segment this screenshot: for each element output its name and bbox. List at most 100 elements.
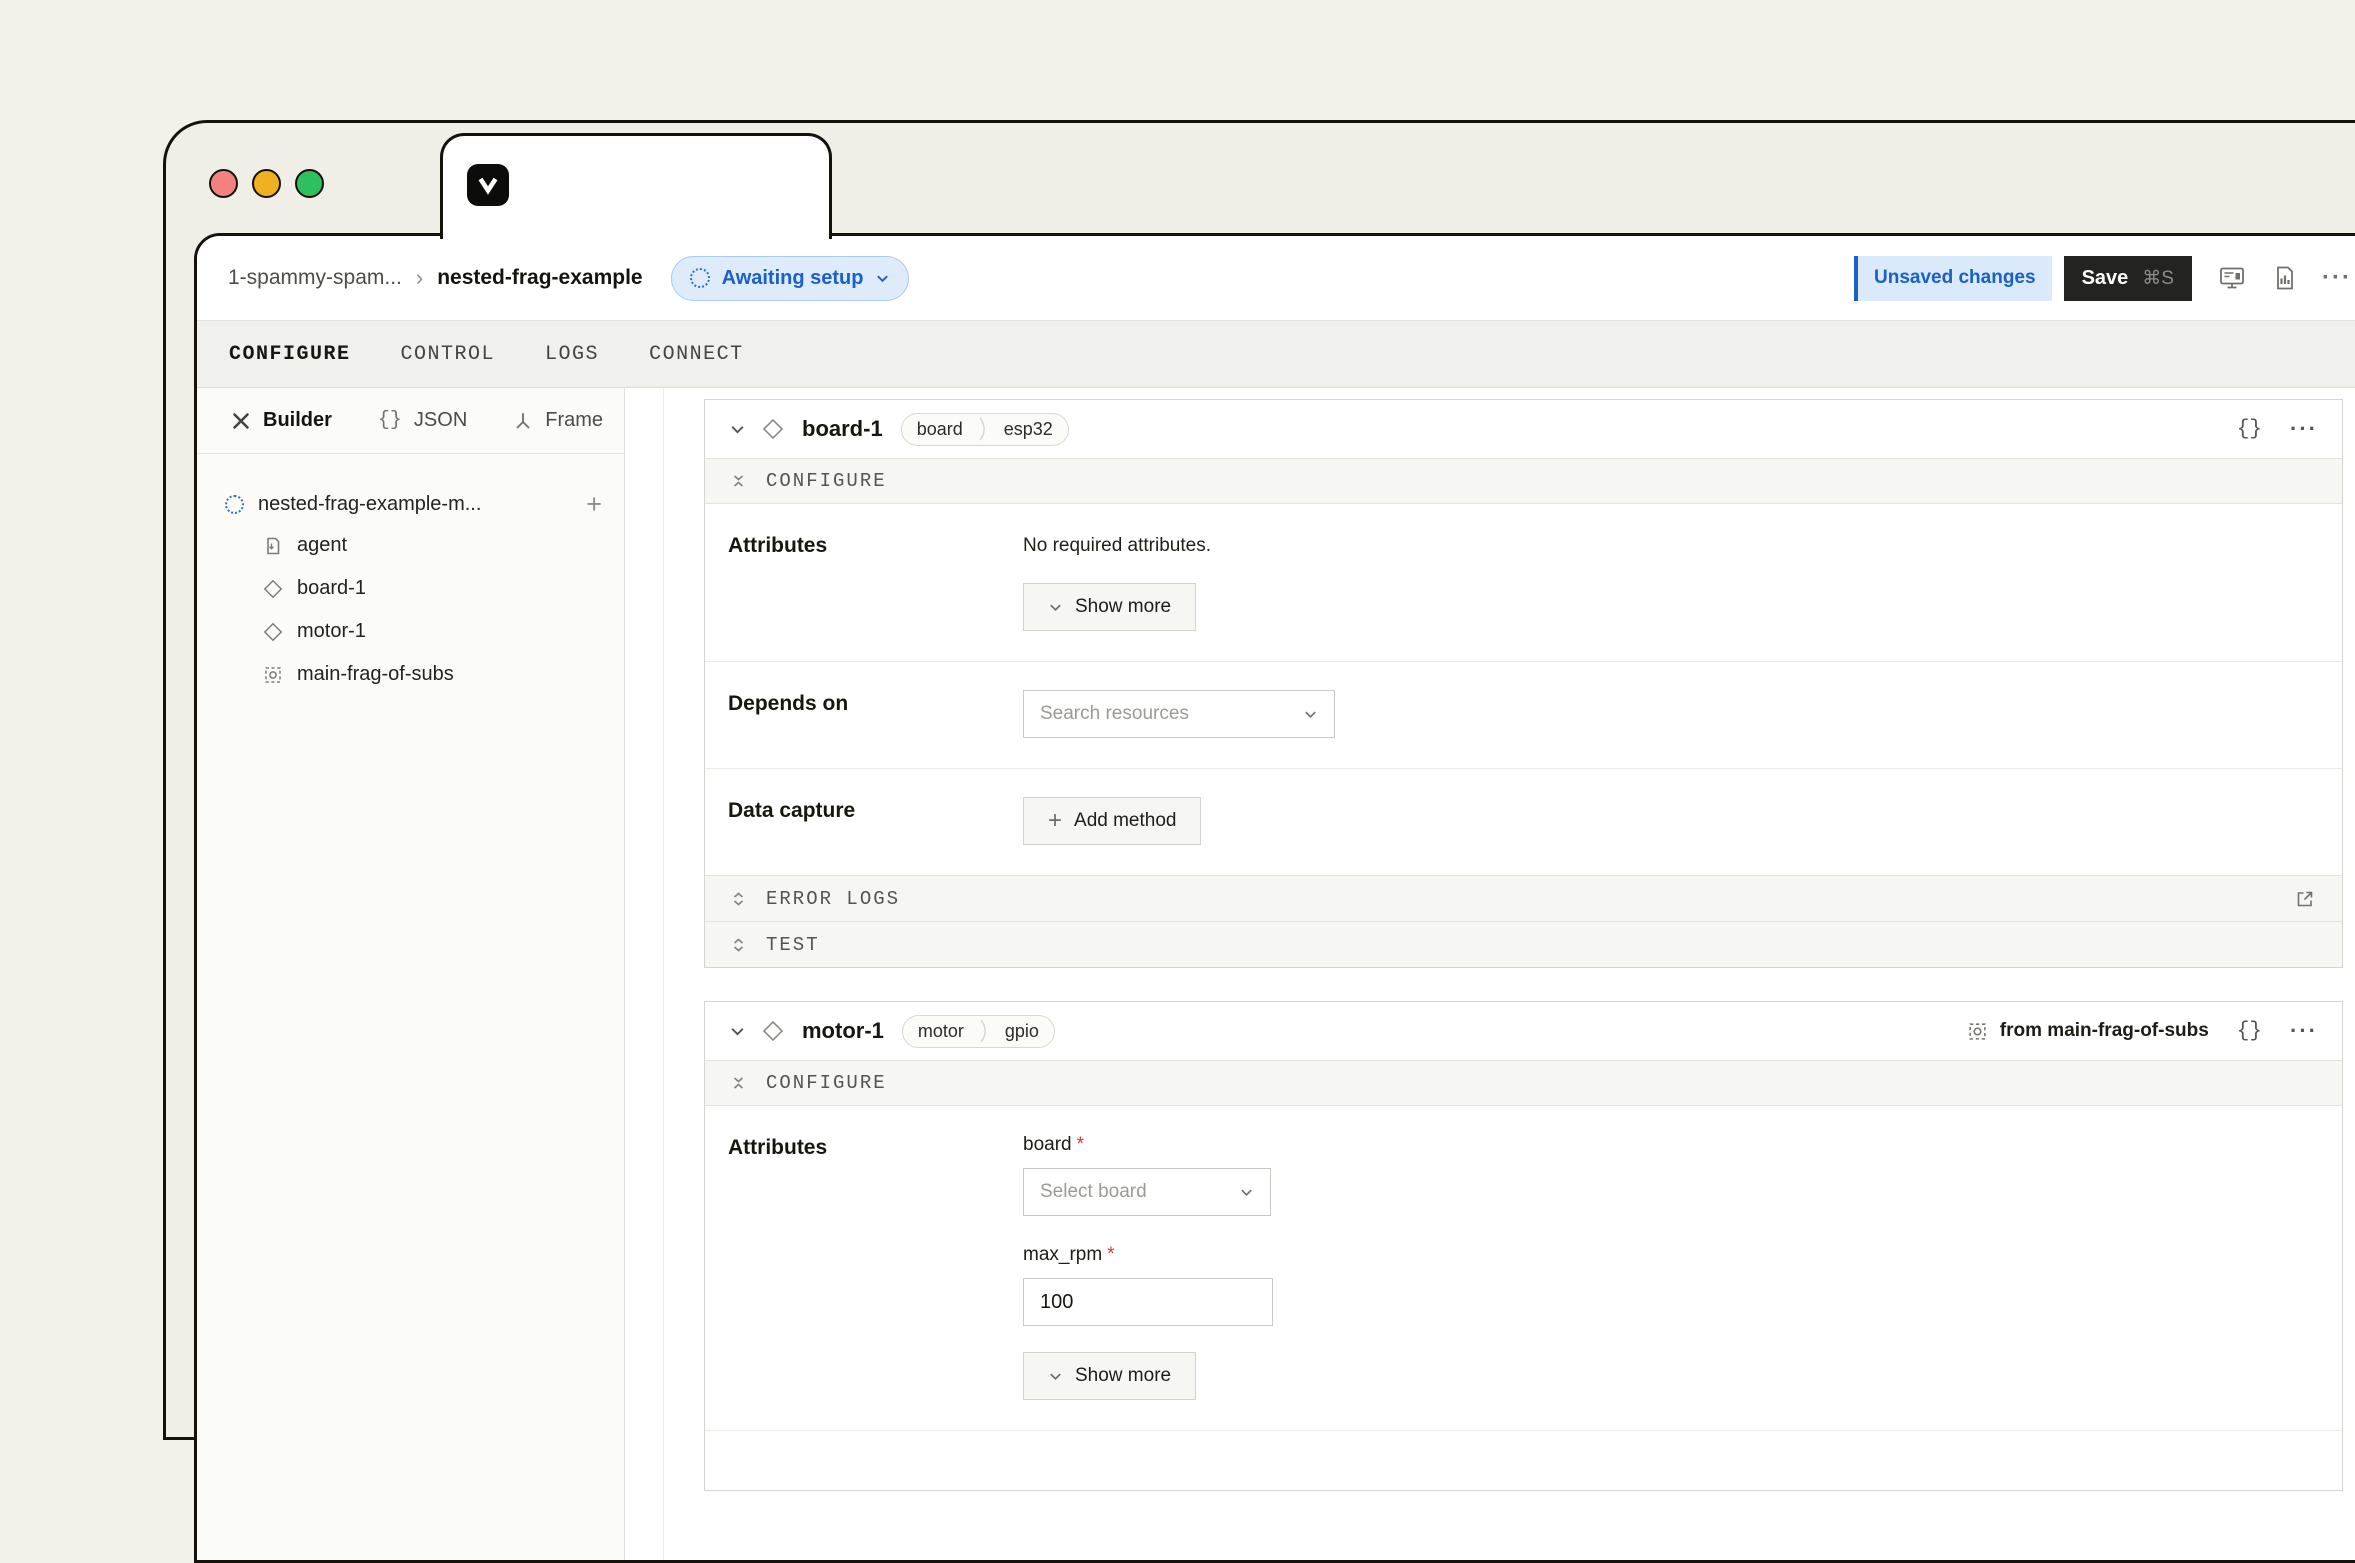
logs-report-icon-button[interactable]: [2272, 265, 2298, 291]
motor-configure-label: CONFIGURE: [766, 1072, 887, 1094]
motor-configure-section-bar: CONFIGURE: [705, 1060, 2342, 1106]
machine-status-badge[interactable]: Awaiting setup: [671, 256, 910, 301]
sidebar-tab-json[interactable]: {} JSON: [378, 409, 467, 432]
attributes-label: Attributes: [728, 532, 1023, 631]
tab-control[interactable]: CONTROL: [401, 343, 496, 366]
panel-divider: [663, 388, 664, 1560]
resource-tree: nested-frag-example-m... + agent: [197, 454, 624, 696]
select-board-dropdown[interactable]: Select board: [1023, 1168, 1271, 1216]
tab-connect[interactable]: CONNECT: [649, 343, 744, 366]
browser-tab[interactable]: [440, 133, 832, 239]
close-window-button[interactable]: [209, 169, 238, 198]
tag-divider: [978, 414, 989, 444]
tab-logs[interactable]: LOGS: [545, 343, 599, 366]
code-braces-icon[interactable]: {}: [2237, 1020, 2262, 1043]
header-overflow-menu[interactable]: ···: [2322, 264, 2352, 292]
board-error-logs-bar: ERROR LOGS: [705, 875, 2342, 921]
max-rpm-input[interactable]: [1023, 1278, 1273, 1326]
fragment-icon: [263, 665, 283, 685]
viam-logo: [467, 164, 509, 206]
awaiting-spinner-icon: [690, 268, 710, 288]
save-button-label: Save: [2082, 267, 2129, 290]
tools-icon: [231, 411, 251, 431]
document-chart-icon: [2272, 265, 2298, 291]
tree-motor-label: motor-1: [297, 620, 366, 643]
board-test-bar: TEST: [705, 921, 2342, 967]
board-model-tag: esp32: [989, 419, 1068, 440]
motor-next-section: [705, 1430, 2342, 1490]
collapse-card-chevron-icon[interactable]: [729, 1023, 746, 1040]
sidebar-tab-builder[interactable]: Builder: [231, 409, 332, 432]
component-diamond-icon: [263, 622, 283, 642]
collapse-card-chevron-icon[interactable]: [729, 421, 746, 438]
card-overflow-menu[interactable]: ···: [2290, 1018, 2318, 1044]
no-required-attributes-note: No required attributes.: [1023, 532, 2318, 557]
depends-on-select[interactable]: Search resources: [1023, 690, 1335, 738]
add-resource-button[interactable]: +: [586, 491, 602, 518]
card-overflow-menu[interactable]: ···: [2290, 416, 2318, 442]
chevron-down-icon: [1239, 1185, 1254, 1200]
motor-1-card-header: motor-1 motor gpio: [705, 1002, 2342, 1060]
attributes-label: Attributes: [728, 1134, 1023, 1400]
motor-model-tag: gpio: [990, 1021, 1054, 1042]
tree-item-main-frag-of-subs[interactable]: main-frag-of-subs: [225, 653, 602, 696]
sidebar-tab-frame[interactable]: Frame: [513, 409, 603, 432]
error-logs-label: ERROR LOGS: [766, 888, 900, 910]
main-nav-tabs: CONFIGURE CONTROL LOGS CONNECT: [197, 320, 2355, 388]
motor-attributes-body: board* Select board: [1023, 1134, 2318, 1400]
breadcrumb-parent[interactable]: 1-spammy-spam...: [228, 266, 402, 290]
machine-header: 1-spammy-spam... › nested-frag-example A…: [197, 236, 2355, 320]
board-depends-on-section: Depends on Search resources: [705, 661, 2342, 768]
json-braces-icon: {}: [378, 409, 402, 432]
tree-item-motor-1[interactable]: motor-1: [225, 610, 602, 653]
motor-type-model-tag: motor gpio: [902, 1015, 1055, 1048]
board-card-actions: {} ···: [2237, 416, 2318, 442]
code-braces-icon[interactable]: {}: [2237, 418, 2262, 441]
fragment-icon: [1967, 1021, 1988, 1042]
chevron-down-icon: [1048, 600, 1063, 615]
add-method-button[interactable]: + Add method: [1023, 797, 1201, 845]
board-type-model-tag: board esp32: [901, 413, 1069, 446]
frame-axes-icon: [513, 411, 533, 431]
expand-section-icon[interactable]: [731, 936, 746, 954]
breadcrumb-separator: ›: [416, 265, 423, 291]
motor-type-tag: motor: [903, 1021, 979, 1042]
board-field: board* Select board: [1023, 1134, 2318, 1216]
board-configure-label: CONFIGURE: [766, 470, 887, 492]
tab-configure[interactable]: CONFIGURE: [229, 343, 351, 366]
test-label: TEST: [766, 934, 820, 956]
external-link-icon[interactable]: [2294, 888, 2316, 910]
tree-fragment-label: main-frag-of-subs: [297, 663, 454, 686]
tree-item-agent[interactable]: agent: [225, 524, 602, 567]
motor-attributes-section: Attributes board* Select board: [705, 1106, 2342, 1430]
unsaved-changes-indicator[interactable]: Unsaved changes: [1854, 256, 2052, 301]
tree-item-machine[interactable]: nested-frag-example-m... +: [225, 484, 602, 524]
board-show-more-label: Show more: [1075, 596, 1171, 618]
component-diamond-icon: [263, 579, 283, 599]
status-badge-label: Awaiting setup: [722, 267, 864, 290]
board-show-more-button[interactable]: Show more: [1023, 583, 1196, 631]
board-data-capture-section: Data capture + Add method: [705, 768, 2342, 875]
machine-page-icon-button[interactable]: [2218, 264, 2246, 292]
collapse-section-icon[interactable]: [731, 1074, 746, 1092]
breadcrumb-current: nested-frag-example: [437, 266, 642, 290]
depends-on-placeholder: Search resources: [1040, 703, 1189, 725]
required-asterisk: *: [1107, 1244, 1114, 1265]
header-actions: Unsaved changes Save ⌘S: [1854, 236, 2352, 320]
max-rpm-field-label: max_rpm*: [1023, 1244, 2318, 1266]
plus-icon: +: [1048, 809, 1062, 833]
fragment-source: from main-frag-of-subs: [1967, 1020, 2209, 1042]
machine-spinner-icon: [225, 495, 244, 514]
data-capture-label: Data capture: [728, 797, 1023, 845]
sidebar-mode-tabs: Builder {} JSON Frame: [197, 388, 624, 454]
board-type-tag: board: [902, 419, 978, 440]
motor-show-more-button[interactable]: Show more: [1023, 1352, 1196, 1400]
maximize-window-button[interactable]: [295, 169, 324, 198]
save-button[interactable]: Save ⌘S: [2064, 256, 2192, 301]
add-method-label: Add method: [1074, 810, 1176, 832]
tree-item-board-1[interactable]: board-1: [225, 567, 602, 610]
component-diamond-icon: [762, 418, 784, 440]
expand-section-icon[interactable]: [731, 890, 746, 908]
minimize-window-button[interactable]: [252, 169, 281, 198]
collapse-section-icon[interactable]: [731, 472, 746, 490]
